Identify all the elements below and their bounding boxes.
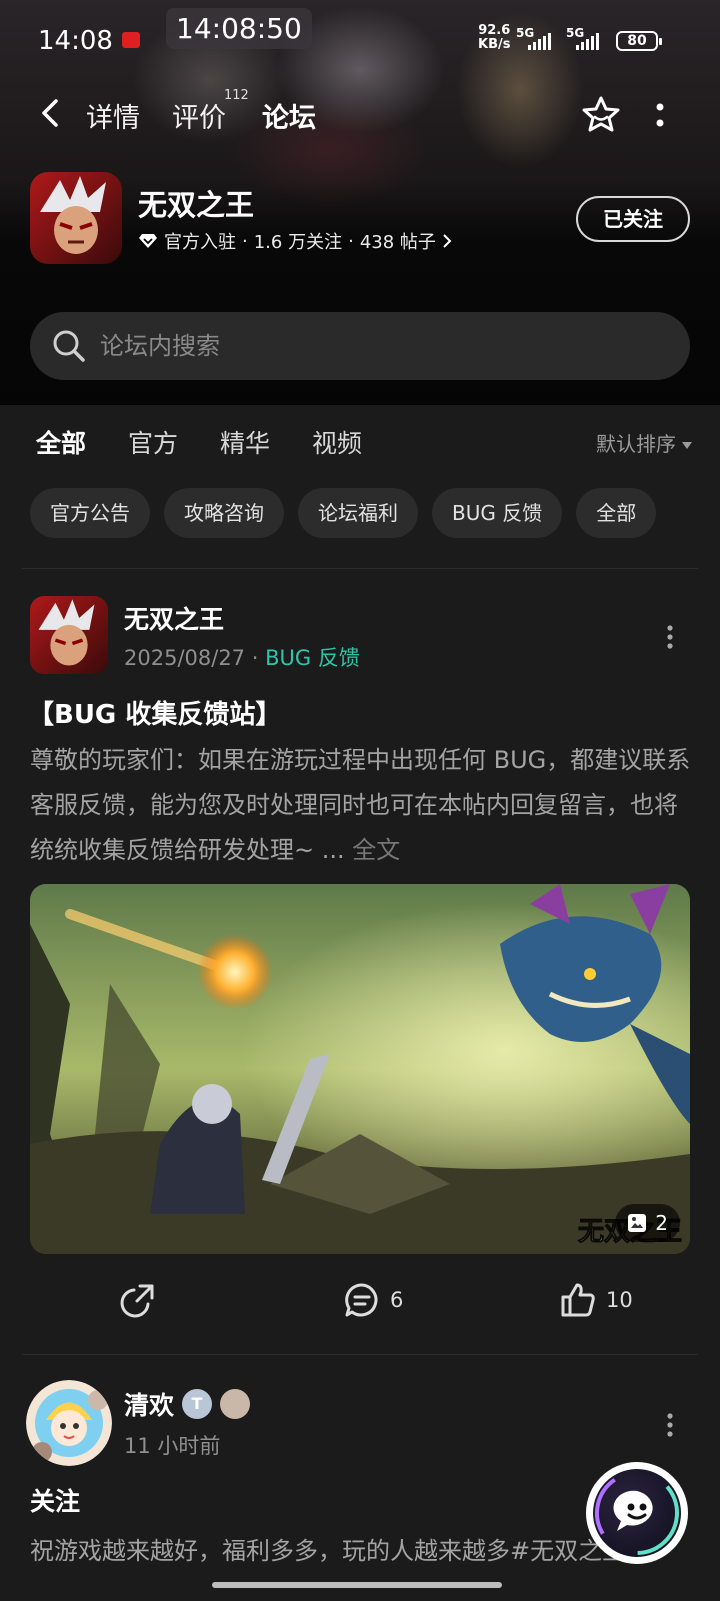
more-options-icon[interactable] xyxy=(654,100,666,130)
diamond-icon xyxy=(139,234,157,248)
game-info: 无双之王 官方入驻 · 1.6 万关注 · 438 帖子 已关注 xyxy=(30,172,690,268)
follow-button[interactable]: 已关注 xyxy=(576,196,690,242)
thumbs-up-icon xyxy=(561,1283,595,1317)
chevron-right-icon xyxy=(443,234,452,248)
status-time: 14:08 xyxy=(38,26,113,56)
signal-bars-2-icon xyxy=(576,32,599,50)
network-speed: 92.6 KB/s xyxy=(478,24,510,52)
search-icon xyxy=(53,330,85,362)
post-tag[interactable]: BUG 反馈 xyxy=(265,646,360,670)
category-official[interactable]: 官方 xyxy=(128,424,178,460)
game-icon xyxy=(30,172,122,264)
like-count: 10 xyxy=(606,1288,633,1312)
tab-details[interactable]: 详情 xyxy=(86,96,140,135)
chat-bubble-icon xyxy=(595,1471,679,1555)
category-tabs: 全部 官方 精华 视频 默认排序 xyxy=(0,424,720,468)
share-icon xyxy=(120,1284,154,1318)
user-level-badge: T xyxy=(182,1389,213,1419)
divider xyxy=(22,1354,698,1355)
post-author-name[interactable]: 无双之王 xyxy=(124,600,224,636)
category-video[interactable]: 视频 xyxy=(312,424,362,460)
chip-bug-feedback[interactable]: BUG 反馈 xyxy=(432,488,563,538)
meta-separator: · xyxy=(242,230,248,252)
game-title: 无双之王 xyxy=(138,188,255,222)
category-all[interactable]: 全部 xyxy=(36,424,86,462)
favorite-star-icon[interactable] xyxy=(580,94,622,136)
community-chat-button[interactable] xyxy=(586,1462,688,1564)
chip-all[interactable]: 全部 xyxy=(576,488,657,538)
post-body[interactable]: 尊敬的玩家们：如果在游玩过程中出现任何 BUG，都建议联系客服反馈，能为您及时处… xyxy=(30,738,694,873)
search-input[interactable] xyxy=(100,312,660,380)
topic-chips: 官方公告 攻略咨询 论坛福利 BUG 反馈 全部 xyxy=(30,488,720,538)
image-count-badge: 2 xyxy=(615,1204,680,1242)
fab-inner xyxy=(593,1469,681,1557)
comment-button[interactable]: 6 xyxy=(344,1282,403,1318)
divider xyxy=(22,568,698,569)
caret-down-icon xyxy=(682,442,692,449)
back-arrow-icon[interactable] xyxy=(38,98,64,128)
chip-announcements[interactable]: 官方公告 xyxy=(30,488,150,538)
like-button[interactable]: 10 xyxy=(560,1282,633,1318)
post-author-avatar[interactable] xyxy=(26,1380,112,1466)
followers-count: 1.6 万关注 xyxy=(253,232,343,253)
battery-icon: 80 xyxy=(616,31,662,51)
game-meta[interactable]: 官方入驻 · 1.6 万关注 · 438 帖子 xyxy=(138,228,452,254)
tab-reviews[interactable]: 评价 xyxy=(172,96,226,135)
signal-bars-1-icon xyxy=(528,32,551,50)
home-indicator[interactable] xyxy=(212,1582,502,1588)
official-label: 官方入驻 xyxy=(164,232,236,253)
post-more-icon[interactable] xyxy=(665,1412,675,1438)
post-actions: 6 10 xyxy=(0,1282,720,1326)
post-author-avatar[interactable] xyxy=(30,596,108,674)
comment-icon xyxy=(345,1283,378,1317)
network-speed-unit: KB/s xyxy=(478,37,511,52)
share-button[interactable] xyxy=(120,1282,156,1318)
clock-overlay: 14:08:50 xyxy=(166,8,312,49)
status-bar: 14:08 14:08:50 92.6 KB/s 5G 5G 80 xyxy=(0,0,720,80)
comment-count: 6 xyxy=(390,1288,404,1312)
image-icon xyxy=(628,1214,647,1232)
read-full-link[interactable]: 全文 xyxy=(352,836,400,864)
post-image[interactable]: 无双之王 2 xyxy=(30,884,690,1254)
chip-benefits[interactable]: 论坛福利 xyxy=(298,488,418,538)
sort-label: 默认排序 xyxy=(596,432,676,456)
posts-count: 438 帖子 xyxy=(359,232,436,253)
top-nav: 详情 评价 112 论坛 xyxy=(0,80,720,146)
chip-guides[interactable]: 攻略咨询 xyxy=(164,488,284,538)
post-more-icon[interactable] xyxy=(665,624,675,650)
meta-separator: · xyxy=(251,646,266,670)
network-speed-value: 92.6 xyxy=(478,23,511,38)
post-date: 2025/08/27 xyxy=(124,646,246,670)
sort-dropdown[interactable]: 默认排序 xyxy=(596,428,692,457)
reviews-count-badge: 112 xyxy=(224,88,249,103)
post-title[interactable]: 关注 xyxy=(30,1482,80,1518)
meta-separator: · xyxy=(348,230,354,252)
post-title[interactable]: 【BUG 收集反馈站】 xyxy=(28,694,281,731)
post-time: 11 小时前 xyxy=(124,1434,221,1458)
post-author-label: 清欢 xyxy=(124,1391,175,1420)
tab-forum[interactable]: 论坛 xyxy=(262,96,316,137)
image-count: 2 xyxy=(655,1211,668,1235)
search-bar[interactable] xyxy=(30,312,690,380)
post-meta: 2025/08/27 · BUG 反馈 xyxy=(124,642,360,672)
user-title-badge-icon xyxy=(220,1389,251,1419)
category-featured[interactable]: 精华 xyxy=(220,424,270,460)
recording-icon xyxy=(122,32,140,48)
post-author-name[interactable]: 清欢 T xyxy=(124,1386,251,1422)
